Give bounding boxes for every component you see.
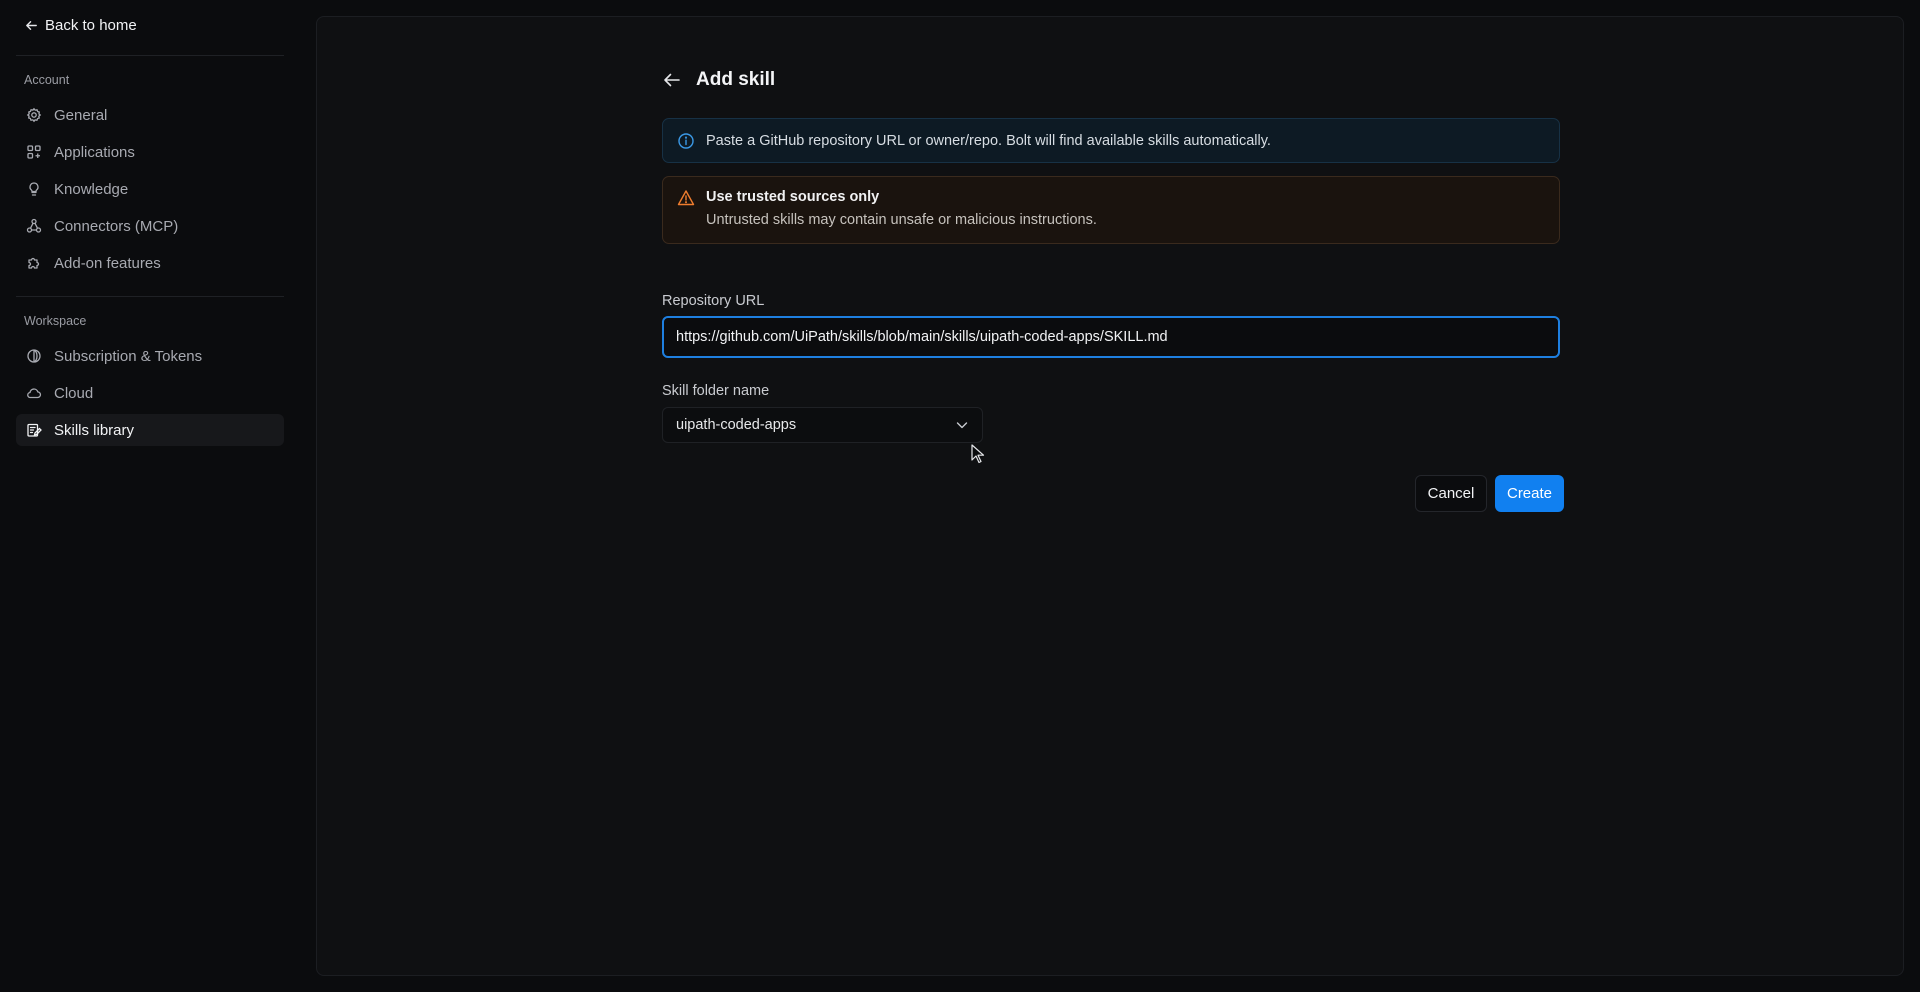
sidebar-divider xyxy=(16,55,284,56)
connectors-icon xyxy=(26,218,42,233)
page-header: Add skill xyxy=(662,69,775,91)
repository-url-label: Repository URL xyxy=(662,293,765,309)
chevron-down-icon xyxy=(956,422,968,429)
sidebar-item-label: Applications xyxy=(54,143,135,161)
info-icon xyxy=(678,132,694,149)
warning-text: Untrusted skills may contain unsafe or m… xyxy=(706,212,1097,228)
workspace-heading: Workspace xyxy=(24,314,87,328)
create-button[interactable]: Create xyxy=(1495,475,1564,512)
sidebar-item-label: Subscription & Tokens xyxy=(54,347,203,365)
sidebar-item-add-on-features[interactable]: Add-on features xyxy=(16,247,284,279)
sidebar-item-label: Connectors (MCP) xyxy=(54,217,179,235)
lightbulb-icon xyxy=(29,182,39,196)
skill-folder-name-label: Skill folder name xyxy=(662,383,770,399)
sidebar-item-label: Skills library xyxy=(54,421,135,439)
warning-icon xyxy=(677,190,695,206)
skill-folder-select[interactable]: uipath-coded-apps xyxy=(662,407,983,443)
arrow-left-icon xyxy=(26,21,37,30)
skill-folder-value: uipath-coded-apps xyxy=(676,417,797,433)
account-heading: Account xyxy=(24,73,70,87)
sidebar-item-cloud[interactable]: Cloud xyxy=(16,377,284,409)
sidebar-item-label: General xyxy=(54,106,108,124)
back-to-home-link[interactable]: Back to home xyxy=(24,17,137,34)
cancel-button[interactable]: Cancel xyxy=(1415,475,1487,512)
sidebar-item-label: Cloud xyxy=(54,384,94,402)
sidebar-item-connectors[interactable]: Connectors (MCP) xyxy=(16,210,284,242)
sidebar-divider xyxy=(16,296,284,297)
back-arrow-icon[interactable] xyxy=(662,70,682,90)
warning-title: Use trusted sources only xyxy=(706,189,880,205)
sidebar-item-label: Add-on features xyxy=(54,254,161,272)
sidebar: Back to home Account General Application… xyxy=(0,0,300,992)
sidebar-item-general[interactable]: General xyxy=(16,99,284,131)
sidebar-item-skills-library[interactable]: Skills library xyxy=(16,414,284,446)
sidebar-item-subscription-tokens[interactable]: Subscription & Tokens xyxy=(16,340,284,372)
sidebar-item-knowledge[interactable]: Knowledge xyxy=(16,173,284,205)
cloud-icon xyxy=(27,388,42,399)
info-text: Paste a GitHub repository URL or owner/r… xyxy=(706,132,1271,149)
main-panel: Add skill Paste a GitHub repository URL … xyxy=(316,16,1904,976)
back-to-home-label: Back to home xyxy=(45,17,137,34)
gear-icon xyxy=(26,107,42,123)
warning-content: Use trusted sources only Untrusted skill… xyxy=(706,189,1097,243)
repository-url-input[interactable] xyxy=(662,316,1560,358)
sidebar-item-label: Knowledge xyxy=(54,180,129,198)
puzzle-icon xyxy=(28,257,40,269)
mouse-cursor-icon xyxy=(971,444,985,464)
apps-icon xyxy=(27,145,41,159)
page-title: Add skill xyxy=(696,69,776,90)
warning-banner: Use trusted sources only Untrusted skill… xyxy=(662,176,1560,244)
skills-icon xyxy=(27,423,42,437)
coins-icon xyxy=(27,349,41,363)
info-banner: Paste a GitHub repository URL or owner/r… xyxy=(662,118,1560,163)
sidebar-item-applications[interactable]: Applications xyxy=(16,136,284,168)
